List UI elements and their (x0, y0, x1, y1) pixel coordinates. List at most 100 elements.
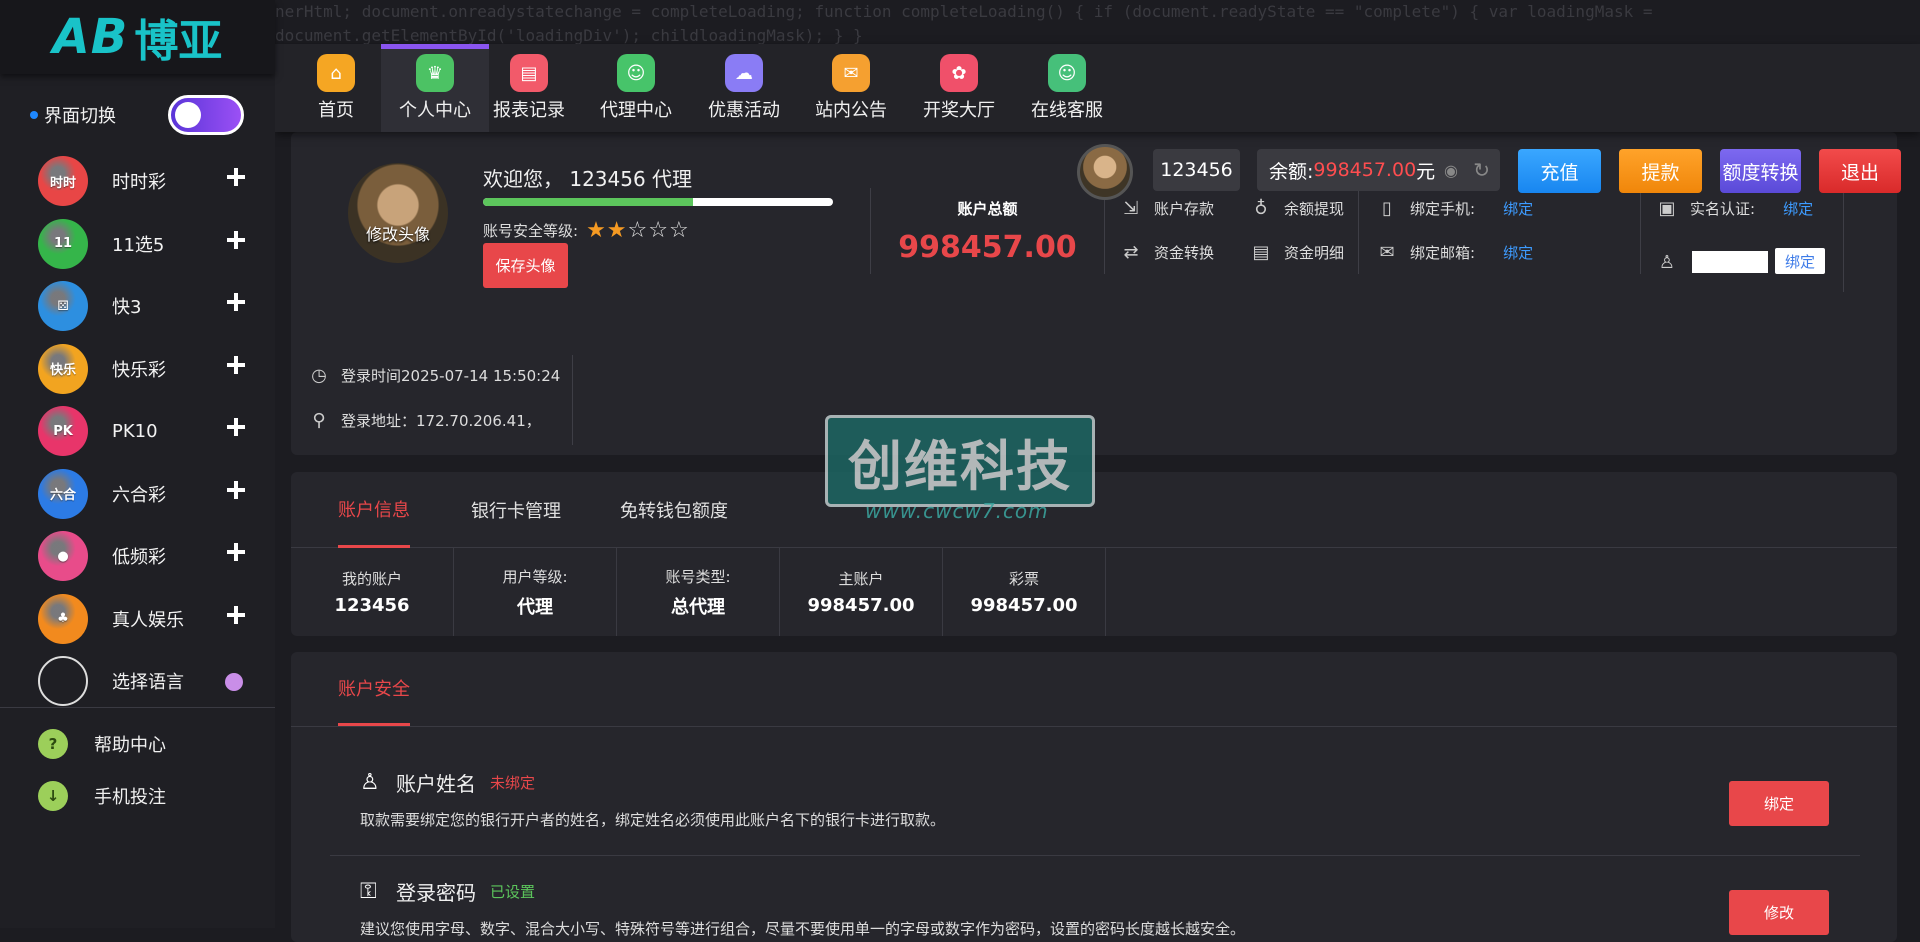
nav-item-home[interactable]: ⌂ 首页 (317, 44, 355, 132)
game-list: 时时 时时彩 11 11选5 ⚄ 快3 快乐 快乐彩 PK PK10 六合 六合彩 ● 低频彩 ♣ 真人娱乐选… (0, 150, 275, 713)
security-item-title: 登录密码 (396, 881, 476, 905)
fund-detail-link[interactable]: ▤ 资金明细 (1250, 241, 1344, 263)
nav-item-report[interactable]: ▤ 报表记录 (493, 44, 565, 132)
logout-button[interactable]: 退出 (1819, 149, 1901, 193)
nav-item-label: 在线客服 (1031, 100, 1103, 121)
bind-email-label: 绑定邮箱: (1410, 243, 1476, 262)
deposit-link[interactable]: ⇲ 账户存款 (1120, 197, 1214, 219)
theme-switch-row: 界面切换 (30, 95, 250, 135)
nav-item-service[interactable]: ☺ 在线客服 (1031, 44, 1103, 132)
nav-item-crown[interactable]: ♛ 个人中心 (381, 44, 489, 132)
account-info-key: 我的账户 (341, 570, 402, 588)
account-info-value: 代理 (517, 596, 553, 618)
sidebar-item-label: 低频彩 (112, 547, 166, 569)
change-password-button[interactable]: 修改 (1729, 890, 1829, 935)
sidebar-item-lowfreq[interactable]: ● 低频彩 (0, 525, 275, 588)
plus-icon[interactable] (227, 418, 245, 436)
star-icon: ☆ (669, 218, 690, 243)
tab-account-security[interactable]: 账户安全 (338, 652, 410, 726)
nav-item-agent[interactable]: ☺ 代理中心 (600, 44, 672, 132)
tab-wallet-quota[interactable]: 免转钱包额度 (620, 472, 728, 548)
bind-name-button[interactable]: 绑定 (1729, 781, 1829, 826)
realname-bind-link[interactable]: 绑定 (1783, 198, 1813, 219)
fund-transfer-label: 资金转换 (1154, 243, 1215, 262)
plus-icon[interactable] (227, 293, 245, 311)
account-info-value: 998457.00 (970, 595, 1078, 616)
avatar[interactable]: 修改头像 (348, 163, 448, 263)
language-dot-icon[interactable] (225, 673, 243, 691)
account-info-key: 彩票 (1008, 570, 1039, 588)
plus-icon[interactable] (227, 355, 245, 374)
plus-icon[interactable] (227, 605, 245, 624)
login-time: ◷ 登录时间2025-07-14 15:50:24 (307, 365, 560, 386)
security-stars: ★★☆☆☆ (586, 218, 690, 243)
level-progress-fill (483, 198, 693, 206)
sidebar-item-pk10[interactable]: PK PK10 (0, 400, 275, 463)
help-icon: ? (38, 729, 68, 759)
id-card-icon: ▣ (1658, 197, 1676, 219)
nav-item-draw-hall[interactable]: ✿ 开奖大厅 (923, 44, 995, 132)
tab-account-info[interactable]: 账户信息 (338, 472, 410, 548)
sidebar-item-live-casino[interactable]: ♣ 真人娱乐 (0, 588, 275, 651)
realname-label: 实名认证: (1690, 199, 1756, 218)
qq-icon: ♙ (1658, 251, 1676, 273)
divider (1843, 188, 1844, 292)
refresh-icon[interactable]: ↻ (1473, 158, 1490, 182)
nav-item-promo[interactable]: ☁ 优惠活动 (708, 44, 780, 132)
hide-balance-icon[interactable]: ◉ (1444, 161, 1458, 180)
bind-phone-link[interactable]: 绑定 (1503, 198, 1533, 219)
deposit-icon: ⇲ (1123, 197, 1139, 219)
security-item-name: ♙ 账户姓名 未绑定 取款需要绑定您的银行开户者的姓名，绑定姓名必须使用此账户名下的… (360, 768, 945, 830)
sidebar-item-happy-lottery[interactable]: 快乐 快乐彩 (0, 338, 275, 401)
sidebar-item-label: 快3 (112, 297, 142, 319)
plus-icon[interactable] (227, 480, 245, 499)
help-center-link[interactable]: ? 帮助中心 (38, 724, 268, 764)
recharge-button[interactable]: 充值 (1518, 149, 1601, 193)
transfer-button[interactable]: 额度转换 (1720, 149, 1801, 193)
star-icon: ☆ (627, 218, 649, 243)
nav-item-notice[interactable]: ✉ 站内公告 (815, 44, 887, 132)
location-icon: ⚲ (312, 410, 326, 431)
sidebar-item-dice[interactable]: ⚄ 快3 (0, 275, 275, 338)
nav-item-label: 报表记录 (493, 100, 565, 121)
balance-unit: 元 (1416, 160, 1436, 183)
plus-icon[interactable] (227, 230, 245, 249)
crown-icon: ♛ (416, 54, 454, 92)
sidebar-item-11x5[interactable]: 11 11选5 (0, 213, 275, 276)
nav-item-label: 开奖大厅 (923, 100, 995, 121)
tab-bank-card[interactable]: 银行卡管理 (471, 472, 561, 548)
nav-item-label: 首页 (318, 100, 354, 121)
lock-icon: ⚿ (360, 879, 377, 904)
qq-input[interactable] (1692, 251, 1768, 273)
bind-phone-row: ▯ 绑定手机: 绑定 (1376, 197, 1533, 219)
status-badge: 未绑定 (490, 774, 536, 792)
logo-text: 博亚 (134, 16, 223, 67)
report-icon: ▤ (510, 54, 548, 92)
language-icon (38, 656, 88, 707)
status-badge: 已设置 (490, 883, 536, 901)
divider (572, 355, 573, 445)
logo-mark: AB (52, 9, 129, 65)
sidebar-item-label: 选择语言 (112, 672, 184, 694)
dice-icon: ⚄ (38, 281, 88, 332)
sidebar-item-shishicai[interactable]: 时时 时时彩 (0, 150, 275, 213)
sidebar-item-language[interactable]: 选择语言 (0, 650, 275, 713)
document-icon: ▤ (1252, 241, 1270, 263)
mobile-betting-link[interactable]: ↓ 手机投注 (38, 776, 268, 816)
qq-bind-button[interactable]: 绑定 (1775, 248, 1825, 274)
plus-icon[interactable] (227, 543, 245, 561)
logo[interactable]: AB 博亚 (0, 0, 275, 74)
change-avatar-label: 修改头像 (365, 225, 430, 244)
bind-email-link[interactable]: 绑定 (1503, 242, 1533, 263)
sidebar-item-liuhecai[interactable]: 六合 六合彩 (0, 463, 275, 526)
theme-toggle[interactable] (168, 95, 244, 135)
save-avatar-button[interactable]: 保存头像 (483, 243, 568, 288)
withdraw-button[interactable]: 提款 (1619, 149, 1702, 193)
withdraw-balance-link[interactable]: ♁ 余额提现 (1250, 197, 1344, 219)
header-avatar[interactable] (1077, 144, 1133, 200)
star-icon: ☆ (648, 218, 669, 243)
nav-item-label: 代理中心 (600, 100, 672, 121)
draw-hall-icon: ✿ (940, 54, 978, 92)
plus-icon[interactable] (227, 168, 245, 186)
fund-transfer-link[interactable]: ⇄ 资金转换 (1120, 241, 1214, 263)
